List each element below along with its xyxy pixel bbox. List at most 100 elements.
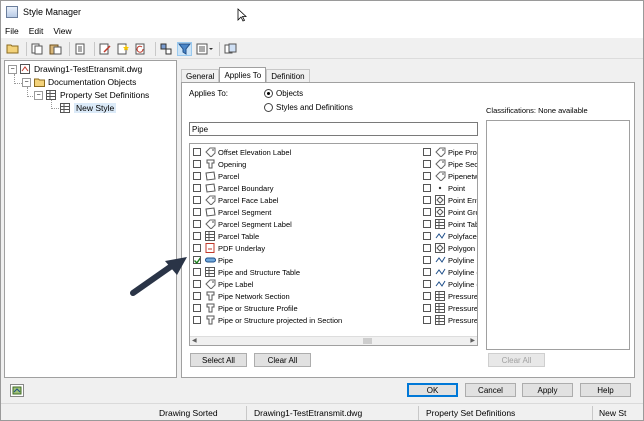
- tile-view-icon[interactable]: [159, 42, 174, 56]
- checkbox[interactable]: [423, 172, 431, 180]
- checkbox[interactable]: [193, 280, 201, 288]
- checkbox[interactable]: [423, 280, 431, 288]
- collapse-icon[interactable]: −: [22, 77, 31, 87]
- checkbox[interactable]: [193, 268, 201, 276]
- list-item[interactable]: Point: [423, 182, 477, 194]
- checkbox[interactable]: [193, 316, 201, 324]
- paste-icon[interactable]: [48, 42, 63, 56]
- list-item[interactable]: Pressure: [423, 302, 477, 314]
- checkbox[interactable]: [193, 160, 201, 168]
- copy-icon[interactable]: [30, 42, 45, 56]
- style-tree[interactable]: − Drawing1-TestEtransmit.dwg − Documenta…: [4, 60, 177, 378]
- checkbox[interactable]: [193, 148, 201, 156]
- list-item[interactable]: Pipe Sect: [423, 158, 477, 170]
- list-item[interactable]: Polyline (: [423, 278, 477, 290]
- list-item[interactable]: Pipenetw: [423, 170, 477, 182]
- checkbox[interactable]: [423, 292, 431, 300]
- list-item[interactable]: Opening: [193, 158, 342, 170]
- list-item[interactable]: Point Ent: [423, 194, 477, 206]
- purge-icon[interactable]: [73, 42, 88, 56]
- list-item[interactable]: Pipe: [193, 254, 342, 266]
- list-item[interactable]: Polyline: [423, 254, 477, 266]
- classifications-list[interactable]: [486, 120, 630, 350]
- menu-file[interactable]: File: [5, 26, 19, 36]
- ok-button[interactable]: OK: [407, 383, 458, 397]
- cancel-button[interactable]: Cancel: [465, 383, 516, 397]
- checkbox[interactable]: [423, 196, 431, 204]
- list-item[interactable]: Pipe Label: [193, 278, 342, 290]
- checkbox[interactable]: [193, 292, 201, 300]
- tab-definition[interactable]: Definition: [266, 69, 310, 83]
- collapse-icon[interactable]: −: [34, 90, 43, 100]
- menu-view[interactable]: View: [53, 26, 71, 36]
- list-item[interactable]: Pipe Network Section: [193, 290, 342, 302]
- tree-item-property-set-definitions[interactable]: − Property Set Definitions: [34, 89, 149, 101]
- checkbox[interactable]: [423, 268, 431, 276]
- tree-item-drawing[interactable]: − Drawing1-TestEtransmit.dwg: [8, 63, 142, 75]
- apply-button[interactable]: Apply: [522, 383, 573, 397]
- scrollbar-thumb[interactable]: [363, 338, 372, 344]
- checkbox[interactable]: [193, 244, 201, 252]
- list-item[interactable]: Pressure: [423, 314, 477, 326]
- list-item[interactable]: Polyline (: [423, 266, 477, 278]
- horizontal-scrollbar[interactable]: ◀ ▶: [190, 336, 477, 345]
- list-item[interactable]: Point Gro: [423, 206, 477, 218]
- new-style-icon[interactable]: [116, 42, 131, 56]
- checkbox[interactable]: [423, 232, 431, 240]
- list-item[interactable]: Polyface: [423, 230, 477, 242]
- list-item[interactable]: Parcel Segment Label: [193, 218, 342, 230]
- collapse-icon[interactable]: −: [8, 64, 17, 74]
- open-icon[interactable]: [5, 42, 20, 56]
- list-item[interactable]: Pressure: [423, 290, 477, 302]
- radio-objects[interactable]: Objects: [264, 89, 303, 98]
- checkbox[interactable]: [423, 304, 431, 312]
- list-item[interactable]: Pipe and Structure Table: [193, 266, 342, 278]
- checkbox[interactable]: [423, 148, 431, 156]
- list-item[interactable]: PDF Underlay: [193, 242, 342, 254]
- list-item[interactable]: Parcel: [193, 170, 342, 182]
- scroll-right-icon[interactable]: ▶: [470, 337, 475, 344]
- checkbox[interactable]: [423, 208, 431, 216]
- list-item[interactable]: Pipe or Structure projected in Section: [193, 314, 342, 326]
- list-item[interactable]: Polygon M: [423, 242, 477, 254]
- list-item[interactable]: Point Tab: [423, 218, 477, 230]
- filter-icon[interactable]: [177, 41, 192, 56]
- menu-edit[interactable]: Edit: [29, 26, 44, 36]
- list-item[interactable]: Pipe or Structure Profile: [193, 302, 342, 314]
- tab-applies-to[interactable]: Applies To: [219, 67, 267, 83]
- checkbox[interactable]: [423, 184, 431, 192]
- toggle-icon[interactable]: [223, 42, 238, 56]
- checkbox[interactable]: [193, 196, 201, 204]
- list-item[interactable]: Offset Elevation Label: [193, 146, 342, 158]
- list-item[interactable]: Parcel Face Label: [193, 194, 342, 206]
- checkbox[interactable]: [423, 316, 431, 324]
- edit-style-icon[interactable]: [98, 42, 113, 56]
- checkbox[interactable]: [193, 184, 201, 192]
- refresh-icon[interactable]: [134, 42, 149, 56]
- checkbox[interactable]: [193, 304, 201, 312]
- list-view-icon[interactable]: [195, 42, 213, 56]
- list-item[interactable]: Parcel Segment: [193, 206, 342, 218]
- clear-all-classifications-button[interactable]: Clear All: [488, 353, 545, 367]
- model-preview-icon[interactable]: [10, 384, 24, 397]
- clear-all-button[interactable]: Clear All: [254, 353, 311, 367]
- tab-general[interactable]: General: [181, 69, 220, 83]
- checkbox[interactable]: [423, 220, 431, 228]
- tree-item-new-style[interactable]: New Style: [60, 102, 117, 114]
- checkbox[interactable]: [193, 220, 201, 228]
- checkbox[interactable]: [193, 172, 201, 180]
- radio-styles-definitions[interactable]: Styles and Definitions: [264, 103, 353, 112]
- checkbox-checked[interactable]: [193, 256, 201, 264]
- checkbox[interactable]: [193, 232, 201, 240]
- checkbox[interactable]: [423, 256, 431, 264]
- tree-item-documentation-objects[interactable]: − Documentation Objects: [22, 76, 136, 88]
- help-button[interactable]: Help: [580, 383, 631, 397]
- select-all-button[interactable]: Select All: [190, 353, 247, 367]
- checkbox[interactable]: [423, 244, 431, 252]
- checkbox[interactable]: [423, 160, 431, 168]
- list-item[interactable]: Parcel Boundary: [193, 182, 342, 194]
- list-item[interactable]: Parcel Table: [193, 230, 342, 242]
- checkbox[interactable]: [193, 208, 201, 216]
- scroll-left-icon[interactable]: ◀: [192, 337, 197, 344]
- filter-input[interactable]: [189, 122, 478, 136]
